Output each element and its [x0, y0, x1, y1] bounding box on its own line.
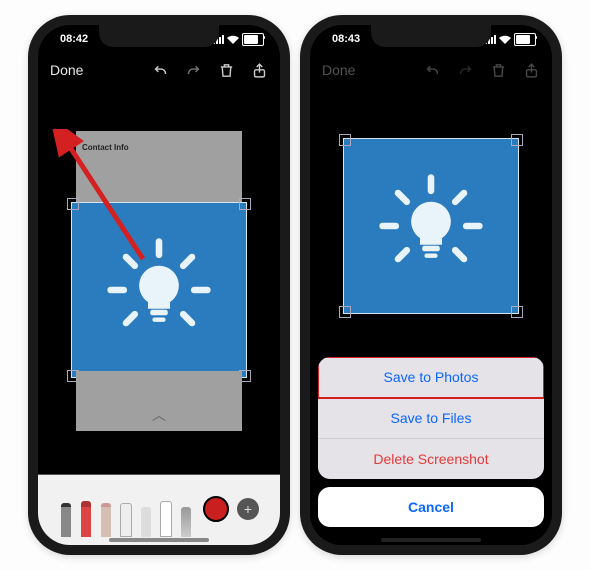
lasso-tool[interactable] — [139, 499, 153, 537]
trash-icon[interactable] — [218, 62, 235, 79]
phone-left: 08:42 Done — [28, 15, 290, 555]
redo-icon — [457, 62, 474, 79]
phone-right: 08:43 Done — [300, 15, 562, 555]
wifi-icon — [227, 35, 239, 44]
editor-toolbar: Done — [310, 53, 552, 87]
crop-handle[interactable] — [67, 198, 79, 210]
battery-icon — [514, 33, 536, 46]
crop-handle — [339, 134, 351, 146]
share-icon — [523, 62, 540, 79]
save-to-photos-button[interactable]: Save to Photos — [318, 357, 544, 398]
crop-handle — [339, 306, 351, 318]
undo-icon[interactable] — [152, 62, 169, 79]
editor-canvas[interactable]: Contact Info — [38, 87, 280, 474]
preview-contact-info-label: Contact Info — [82, 143, 129, 152]
eraser-tool[interactable] — [119, 499, 133, 537]
action-sheet: Save to Photos Save to Files Delete Scre… — [310, 351, 552, 545]
redo-icon[interactable] — [185, 62, 202, 79]
crop-handle — [511, 134, 523, 146]
color-picker[interactable] — [203, 496, 229, 522]
screen-right: 08:43 Done — [310, 25, 552, 545]
status-time: 08:42 — [54, 33, 88, 45]
lightbulb-icon — [104, 235, 214, 345]
screen-left: 08:42 Done — [38, 25, 280, 545]
screenshot-preview[interactable]: Contact Info — [76, 131, 242, 431]
preview-app-icon — [344, 139, 518, 313]
home-indicator[interactable] — [109, 538, 209, 542]
add-markup-button[interactable]: + — [237, 498, 259, 520]
cancel-button[interactable]: Cancel — [318, 487, 544, 527]
status-time: 08:43 — [326, 33, 360, 45]
done-button[interactable]: Done — [50, 62, 83, 78]
wifi-icon — [499, 35, 511, 44]
delete-screenshot-button[interactable]: Delete Screenshot — [318, 439, 544, 479]
action-sheet-group: Save to Photos Save to Files Delete Scre… — [318, 357, 544, 479]
trash-icon — [490, 62, 507, 79]
notch — [371, 25, 491, 47]
editor-toolbar: Done — [38, 53, 280, 87]
crayon-tool[interactable] — [179, 499, 193, 537]
share-icon[interactable] — [251, 62, 268, 79]
notch — [99, 25, 219, 47]
save-to-files-button[interactable]: Save to Files — [318, 398, 544, 439]
done-button: Done — [322, 62, 355, 78]
battery-icon — [242, 33, 264, 46]
preview-app-icon — [72, 203, 246, 377]
undo-icon — [424, 62, 441, 79]
crop-handle[interactable] — [239, 198, 251, 210]
status-indicators — [213, 33, 264, 46]
ruler-tool[interactable] — [159, 499, 173, 537]
lightbulb-icon — [376, 171, 486, 281]
pencil-tool[interactable] — [99, 499, 113, 537]
chevron-up-icon: ︿ — [152, 405, 166, 425]
markup-tool-dock: + — [38, 474, 280, 545]
status-indicators — [485, 33, 536, 46]
crop-handle — [511, 306, 523, 318]
screenshot-preview — [348, 101, 514, 347]
marker-tool[interactable] — [79, 499, 93, 537]
home-indicator[interactable] — [381, 538, 481, 542]
pen-tool[interactable] — [59, 499, 73, 537]
